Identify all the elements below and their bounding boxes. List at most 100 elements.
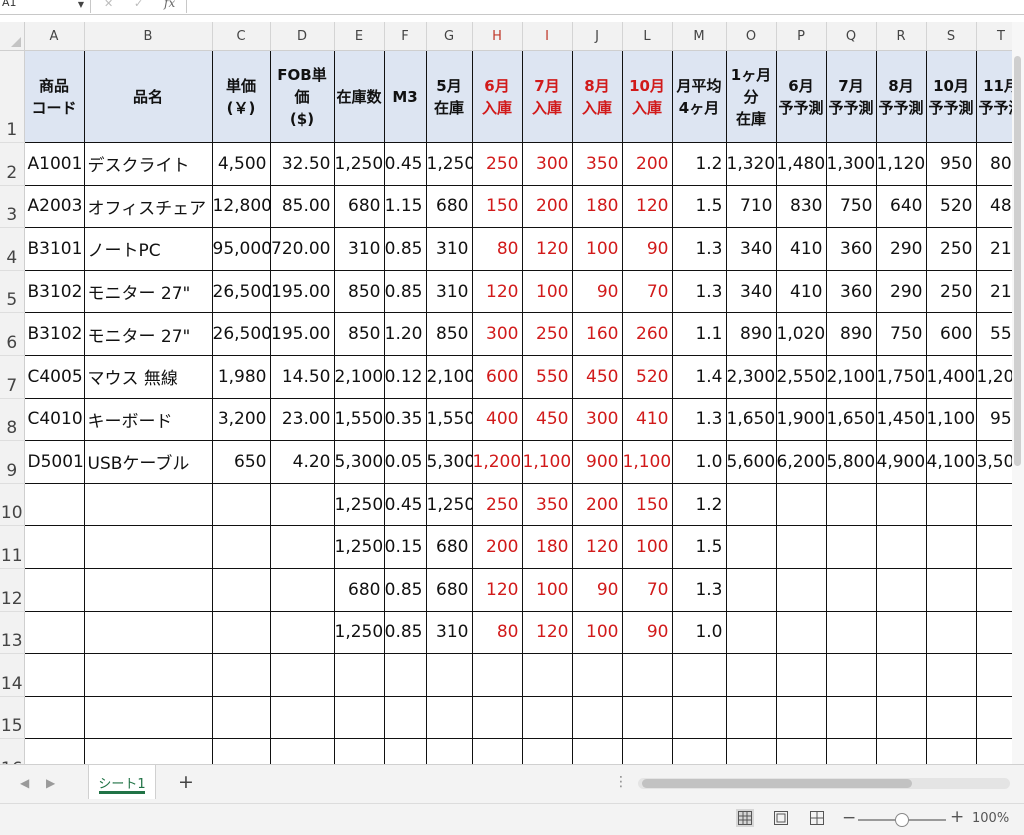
header-cell[interactable]: 単価 (￥) (211, 50, 271, 143)
table-cell[interactable]: 1.20 (383, 312, 427, 356)
table-cell[interactable]: 100 (571, 610, 623, 655)
table-cell[interactable]: 1,480 (775, 142, 827, 186)
row-header[interactable]: 6 (0, 312, 25, 356)
table-cell[interactable]: 120 (521, 610, 573, 655)
table-cell[interactable]: A2003 (23, 184, 85, 229)
table-cell[interactable] (725, 653, 777, 697)
table-cell[interactable] (875, 653, 927, 697)
table-cell[interactable]: 5,300 (425, 440, 473, 484)
formula-input[interactable] (190, 0, 1010, 13)
column-header[interactable]: B (84, 22, 213, 51)
table-cell[interactable]: 1,120 (875, 142, 927, 186)
table-cell[interactable] (775, 567, 827, 612)
previous-sheet-icon[interactable]: ◀ (20, 776, 29, 790)
header-cell[interactable]: 月平均 4ヶ月 (671, 50, 727, 143)
table-cell[interactable]: 1,550 (425, 397, 473, 442)
table-cell[interactable] (211, 695, 271, 740)
table-cell[interactable] (621, 695, 673, 740)
table-cell[interactable]: 2,100 (825, 354, 877, 399)
header-cell[interactable]: M3 (383, 50, 427, 143)
table-cell[interactable]: 1.4 (671, 354, 727, 399)
table-cell[interactable]: 195.00 (269, 312, 335, 356)
table-cell[interactable]: C4005 (23, 354, 85, 399)
table-cell[interactable]: USBケーブル (83, 440, 213, 484)
table-cell[interactable]: 70 (621, 567, 673, 612)
table-cell[interactable]: 1,020 (775, 312, 827, 356)
table-cell[interactable] (825, 695, 877, 740)
table-cell[interactable]: 1.3 (671, 227, 727, 271)
table-cell[interactable] (269, 482, 335, 527)
table-cell[interactable]: オフィスチェア (83, 184, 213, 229)
table-cell[interactable]: モニター 27" (83, 269, 213, 314)
zoom-slider-knob[interactable] (895, 813, 909, 827)
header-cell[interactable]: 10月 入庫 (621, 50, 673, 143)
table-cell[interactable]: 850 (425, 312, 473, 356)
row-header[interactable]: 7 (0, 355, 25, 399)
table-cell[interactable]: 1,250 (333, 610, 385, 655)
table-cell[interactable]: 0.85 (383, 610, 427, 655)
table-cell[interactable]: デスクライト (83, 142, 213, 186)
column-header[interactable]: I (522, 22, 573, 51)
row-header[interactable]: 11 (0, 525, 25, 569)
table-cell[interactable]: 180 (571, 184, 623, 229)
table-cell[interactable]: 310 (425, 269, 473, 314)
table-cell[interactable] (269, 653, 335, 697)
table-cell[interactable]: 640 (875, 184, 927, 229)
table-cell[interactable]: 680 (425, 184, 473, 229)
add-sheet-button[interactable]: + (178, 771, 194, 793)
table-cell[interactable]: 850 (333, 312, 385, 356)
table-cell[interactable]: 26,500 (211, 269, 271, 314)
table-cell[interactable]: 1.0 (671, 440, 727, 484)
table-cell[interactable] (471, 695, 523, 740)
table-cell[interactable] (333, 695, 385, 740)
table-cell[interactable]: 100 (521, 269, 573, 314)
table-cell[interactable]: 450 (571, 354, 623, 399)
table-cell[interactable]: 310 (425, 610, 473, 655)
table-cell[interactable]: 120 (471, 269, 523, 314)
table-cell[interactable] (925, 482, 977, 527)
table-cell[interactable]: 1,100 (521, 440, 573, 484)
row-header[interactable]: 5 (0, 270, 25, 314)
row-header[interactable]: 10 (0, 483, 25, 527)
table-cell[interactable]: 0.45 (383, 142, 427, 186)
table-cell[interactable]: 80 (471, 227, 523, 271)
table-cell[interactable]: 0.12 (383, 354, 427, 399)
header-cell[interactable]: 7月 予予測 (825, 50, 877, 143)
table-cell[interactable] (83, 695, 213, 740)
column-header[interactable]: M (672, 22, 727, 51)
table-cell[interactable]: キーボード (83, 397, 213, 442)
table-cell[interactable] (425, 695, 473, 740)
table-cell[interactable] (825, 482, 877, 527)
table-cell[interactable]: 3,200 (211, 397, 271, 442)
header-cell[interactable]: 1ヶ月分 在庫 (725, 50, 777, 143)
table-cell[interactable]: 1,250 (425, 482, 473, 527)
table-cell[interactable]: 360 (825, 269, 877, 314)
table-cell[interactable]: 950 (925, 142, 977, 186)
table-cell[interactable]: 600 (471, 354, 523, 399)
table-cell[interactable]: 340 (725, 227, 777, 271)
table-cell[interactable] (211, 610, 271, 655)
table-cell[interactable]: 410 (621, 397, 673, 442)
table-cell[interactable]: 300 (571, 397, 623, 442)
table-cell[interactable]: 250 (925, 227, 977, 271)
table-cell[interactable]: 890 (725, 312, 777, 356)
table-cell[interactable] (875, 567, 927, 612)
table-cell[interactable]: 70 (621, 269, 673, 314)
table-cell[interactable]: 830 (775, 184, 827, 229)
table-cell[interactable]: D5001 (23, 440, 85, 484)
row-header[interactable]: 13 (0, 611, 25, 655)
table-cell[interactable]: 250 (925, 269, 977, 314)
horizontal-scroll-thumb[interactable] (642, 779, 912, 788)
table-cell[interactable]: 850 (333, 269, 385, 314)
table-cell[interactable]: 600 (925, 312, 977, 356)
row-header[interactable]: 3 (0, 185, 25, 229)
table-cell[interactable] (211, 567, 271, 612)
table-cell[interactable]: 150 (621, 482, 673, 527)
table-cell[interactable]: モニター 27" (83, 312, 213, 356)
row-header[interactable]: 4 (0, 227, 25, 271)
column-header[interactable]: G (426, 22, 473, 51)
table-cell[interactable]: 0.05 (383, 440, 427, 484)
table-cell[interactable] (621, 653, 673, 697)
table-cell[interactable] (775, 653, 827, 697)
table-cell[interactable] (269, 695, 335, 740)
